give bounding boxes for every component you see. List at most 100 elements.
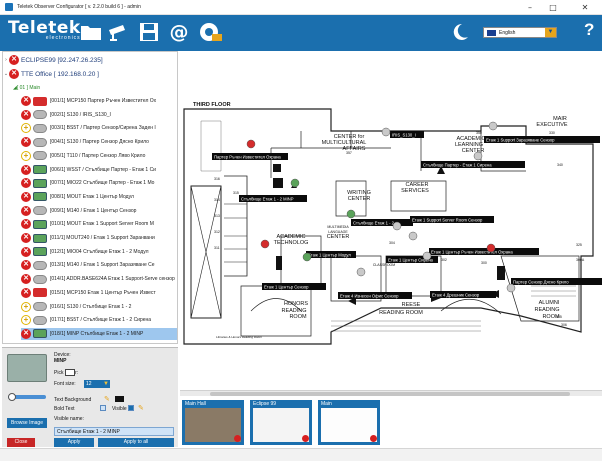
tree-item[interactable]: ✕ [001/1] MCP150 Партер Ръчен Известител … bbox=[21, 95, 177, 107]
room-number: 340 bbox=[557, 163, 563, 167]
tree-item[interactable]: ✕ [009/1] M140 / Етаж 1 Център Сензор bbox=[21, 205, 177, 217]
folder-icon[interactable] bbox=[80, 21, 102, 43]
device-map-label[interactable]: Етаж 1 Support Server Room Сензор bbox=[410, 216, 494, 223]
font-size-label: Font size: bbox=[54, 381, 76, 387]
app-icon bbox=[5, 3, 13, 11]
device-map-label[interactable]: IRIS_S130_I bbox=[390, 131, 424, 138]
language-value: English bbox=[499, 29, 516, 36]
device-map-label[interactable]: Етаж 1 Support Заразяване Сензор bbox=[484, 136, 600, 143]
call-point-marker[interactable] bbox=[486, 243, 496, 253]
map-horizontal-scrollbar[interactable] bbox=[180, 390, 602, 396]
tree-item-label: [010/1] MOUT Етаж 1 Support Server Room … bbox=[50, 221, 154, 228]
detector-marker[interactable] bbox=[392, 221, 402, 231]
detector-marker[interactable] bbox=[473, 151, 483, 161]
tree-item[interactable]: ✕ [010/1] MOUT Етаж 1 Support Server Room… bbox=[21, 218, 177, 230]
apply-button[interactable]: Apply bbox=[54, 438, 94, 447]
language-select[interactable]: English ▼ bbox=[483, 27, 557, 38]
module-marker[interactable] bbox=[346, 209, 356, 219]
camera-icon[interactable] bbox=[107, 21, 129, 43]
brush-icon[interactable]: ✎ bbox=[104, 395, 110, 403]
visible-checkbox[interactable] bbox=[128, 405, 134, 411]
detector-marker[interactable] bbox=[381, 127, 391, 137]
tree-item[interactable]: + [005/1] T110 / Партер Сензор Ляво Крило bbox=[21, 150, 177, 162]
module-icon bbox=[33, 329, 47, 339]
email-icon[interactable]: @ bbox=[168, 21, 190, 43]
tree-item[interactable]: ✕ [012/1] MIO04 Стълбище Етаж 1 - 2 Модул bbox=[21, 246, 177, 258]
tree-item[interactable]: ✕ [006/1] WSST / Стълбище Партер - Етаж 1… bbox=[21, 164, 177, 176]
slider-knob[interactable] bbox=[8, 393, 16, 401]
device-map-label[interactable]: Етаж 4 Изнесен Офис Сензор bbox=[338, 292, 412, 299]
device-map-label-text: Стълбище Етаж 1 - 2 bbox=[353, 220, 395, 225]
device-map-label[interactable]: Стълбище Етаж 1 - 2 MINP bbox=[239, 195, 307, 202]
device-map-label[interactable]: Стълбище Етаж 1 - 2 bbox=[351, 219, 413, 226]
maximize-button[interactable]: □ bbox=[543, 0, 563, 15]
detector-marker[interactable] bbox=[356, 267, 366, 277]
device-map-label-text: IRIS_S130_I bbox=[392, 132, 416, 137]
tree-item[interactable]: ✕ [014/1] ADDR.BASE624A Етаж 1 Support-Se… bbox=[21, 273, 177, 285]
tree-item[interactable]: ✕ [007/1] MIO22 Стълбище Партер - Етаж 1 … bbox=[21, 177, 177, 189]
delete-map-icon[interactable] bbox=[302, 435, 309, 442]
tree-item-label: [018/1] MINP Стълбище Етаж 1 - 2 MINP bbox=[50, 330, 144, 337]
device-map-label[interactable]: Партер Сензор Дясно Крило bbox=[511, 278, 602, 285]
background-color-swatch[interactable] bbox=[115, 396, 124, 402]
module-marker[interactable] bbox=[290, 178, 300, 188]
detector-marker[interactable] bbox=[408, 231, 418, 241]
tree-item[interactable]: ✕ [008/1] MOUT Етаж 1 Център Модул bbox=[21, 191, 177, 203]
floor-map[interactable]: THIRD FLOOR CENTER for MULTICULTURAL AFFAIR… bbox=[181, 86, 602, 391]
device-map-label[interactable]: Стълбище Партер - Етаж 1 Сирена bbox=[421, 161, 525, 168]
tree-group-main[interactable]: ◢ [ 01 ] Main bbox=[13, 82, 40, 94]
delete-map-icon[interactable] bbox=[370, 435, 377, 442]
alarm-x-icon: ✕ bbox=[21, 178, 31, 189]
tree-item[interactable]: ✕ [018/1] MINP Стълбище Етаж 1 - 2 MINP bbox=[21, 327, 177, 340]
call-point-marker[interactable] bbox=[246, 139, 256, 149]
tree-panel-tte-office[interactable]: ⌄ ✕ TTE Office [ 192.168.0.20 ] bbox=[3, 68, 99, 80]
brush-icon[interactable]: ✎ bbox=[138, 404, 144, 412]
device-map-label[interactable]: Етаж 1 Център Модул bbox=[306, 251, 356, 258]
room-number: 325 bbox=[576, 243, 582, 247]
browse-image-button[interactable]: Browse Image bbox=[7, 418, 47, 428]
delete-map-icon[interactable] bbox=[234, 435, 241, 442]
tree-item[interactable]: + [003/1] BS5T / Партер Сензор/Сирена Зад… bbox=[21, 122, 177, 134]
minimize-button[interactable]: – bbox=[520, 0, 540, 15]
detector-marker[interactable] bbox=[422, 251, 432, 261]
size-slider[interactable] bbox=[8, 393, 46, 401]
device-map-label-text: Етаж 4 Изнесен Офис Сензор bbox=[340, 293, 399, 298]
tree-item[interactable]: ✕ [013/1] M140 / Етаж 1 Support Заразяван… bbox=[21, 259, 177, 271]
panel-settings-icon[interactable] bbox=[198, 21, 224, 43]
tree-panel-eclipse99[interactable]: › ✕ ECLIPSE99 [92.247.26.235] bbox=[3, 54, 103, 66]
device-map-label[interactable]: Етаж 1 Център Сензор bbox=[262, 283, 326, 290]
font-size-select[interactable]: 12 ▼ bbox=[84, 380, 110, 388]
detector-marker[interactable] bbox=[488, 121, 498, 131]
color-picker[interactable] bbox=[65, 369, 75, 376]
help-button[interactable]: ? bbox=[584, 20, 594, 40]
room-number: 304 bbox=[389, 241, 395, 245]
tree-item[interactable]: ✕ [011/1] MOUT240 / Етаж 1 Support Заранв… bbox=[21, 232, 177, 244]
device-image bbox=[7, 354, 47, 382]
tree-item[interactable]: + [017/1] BS5T / Стълбище Етаж 1 - 2 Сире… bbox=[21, 314, 177, 326]
tree-item[interactable]: ✕ [015/1] MCP150 Етаж 1 Център Ръчен Изве… bbox=[21, 287, 177, 299]
visible-label: Visible bbox=[112, 406, 127, 412]
night-mode-icon[interactable] bbox=[450, 21, 470, 43]
call-point-marker[interactable] bbox=[260, 239, 270, 249]
scrollbar-thumb[interactable] bbox=[210, 392, 570, 396]
device-map-label[interactable]: Етаж 1 Център Ръчен Известител Охрана bbox=[429, 248, 539, 255]
detector-marker[interactable] bbox=[506, 283, 516, 293]
device-map-label[interactable]: Етаж 4 Дрешник Сензор bbox=[430, 291, 496, 298]
close-window-button[interactable]: ✕ bbox=[575, 0, 595, 15]
properties-panel: Device: MINP Pick Color: Font size: 12 ▼… bbox=[2, 347, 178, 447]
visible-name-input[interactable]: Стълбище Етаж 1 - 2 MINP bbox=[54, 427, 174, 436]
thumbnail-main[interactable]: Main bbox=[318, 400, 380, 445]
apply-to-all-button[interactable]: Apply to all bbox=[98, 438, 174, 447]
thumbnail-eclipse99[interactable]: Eclipse 99 bbox=[250, 400, 312, 445]
bold-checkbox[interactable] bbox=[100, 405, 106, 411]
tree-item[interactable]: + [016/1] S130 / Стълбище Етаж 1 - 2 bbox=[21, 301, 177, 313]
module-marker[interactable] bbox=[302, 252, 312, 262]
tree-item[interactable]: ✕ [004/1] S130 / Партер Сензор Дясно Крил… bbox=[21, 136, 177, 148]
thumbnail-main-hall[interactable]: Main Hall bbox=[182, 400, 244, 445]
tree-item[interactable]: ✕ [002/1] S130 / IRIS_S130_I bbox=[21, 109, 177, 121]
device-map-label[interactable]: Партер Ръчен Известител Охрана bbox=[212, 153, 288, 160]
save-icon[interactable] bbox=[138, 21, 160, 43]
close-button[interactable]: Close bbox=[7, 438, 35, 447]
thumbnail-image bbox=[253, 408, 309, 442]
device-map-label-text: Етаж 1 Support Server Room Сензор bbox=[412, 217, 483, 222]
